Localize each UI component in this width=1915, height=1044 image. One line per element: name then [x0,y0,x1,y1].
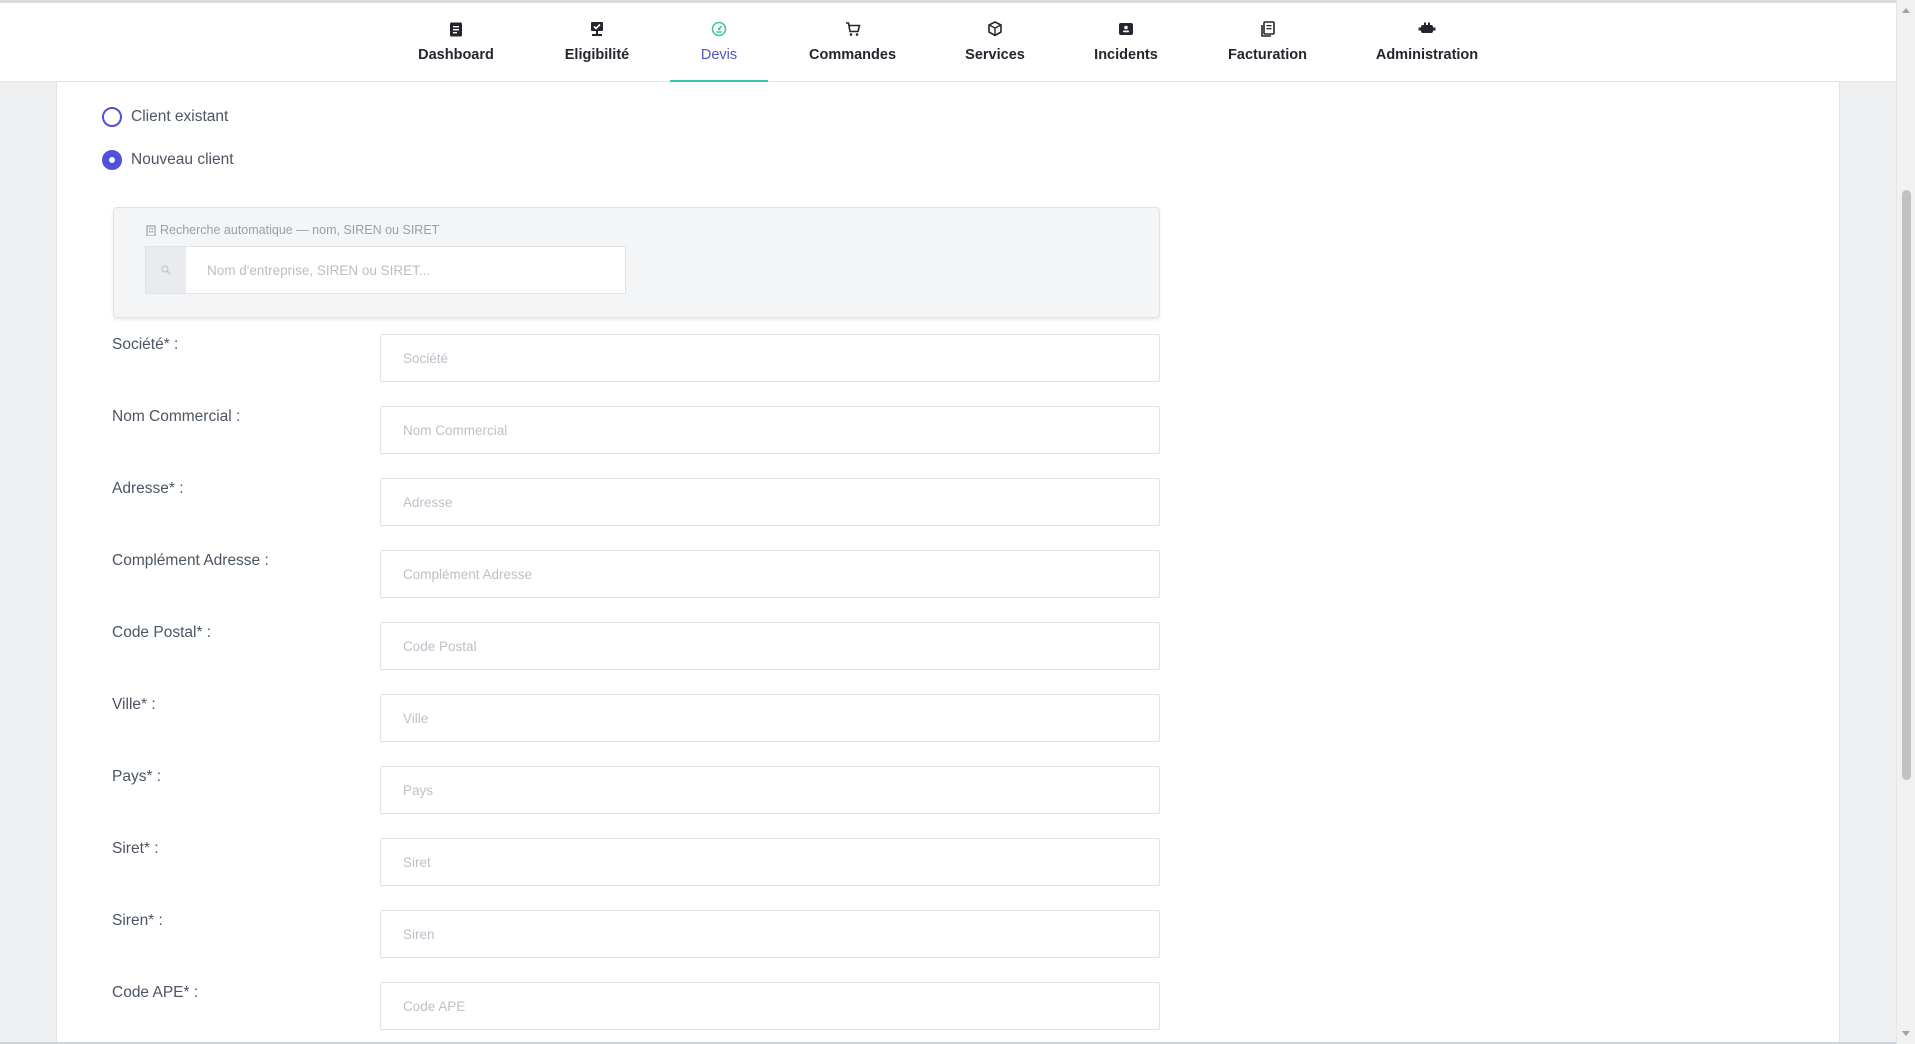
radio-label: Nouveau client [131,151,234,168]
siren-input[interactable] [380,910,1160,958]
nav-administration[interactable]: Administration [1375,3,1479,82]
radio-nouveau-client[interactable]: Nouveau client [102,150,234,170]
code-postal-input[interactable] [380,622,1160,670]
radio-button[interactable] [102,107,122,127]
company-search-panel: Recherche automatique — nom, SIREN ou SI… [113,207,1160,318]
label-pays: Pays* : [112,768,162,785]
code-ape-input[interactable] [380,982,1160,1030]
radio-label: Client existant [131,108,229,125]
dashboard-icon [446,19,466,39]
radio-client-existant[interactable]: Client existant [102,107,228,127]
scroll-thumb[interactable] [1902,190,1911,780]
nav-devis[interactable]: Devis [670,3,768,82]
societe-input[interactable] [380,334,1160,382]
main-nav: Dashboard Eligibilité Devis Commandes Se… [0,3,1896,82]
label-siren: Siren* : [112,912,163,929]
vertical-scrollbar[interactable] [1896,0,1915,1044]
nav-label: Facturation [1228,47,1307,63]
label-nom-commercial: Nom Commercial : [112,408,241,425]
scroll-down-arrow-icon[interactable] [1902,1031,1910,1036]
label-societe: Société* : [112,336,179,353]
nav-commandes[interactable]: Commandes [808,3,897,82]
search-panel-title-text: Recherche automatique — nom, SIREN ou SI… [160,223,440,237]
cart-icon [843,19,863,39]
nav-label: Devis [700,47,738,63]
gears-icon [1417,19,1437,39]
label-complement-adresse: Complément Adresse : [112,552,269,569]
label-ville: Ville* : [112,696,156,713]
label-adresse: Adresse* : [112,480,184,497]
nav-label: Incidents [1094,47,1158,63]
label-siret: Siret* : [112,840,159,857]
scroll-up-arrow-icon[interactable] [1902,8,1910,13]
nav-dashboard[interactable]: Dashboard [418,3,494,82]
nav-facturation[interactable]: Facturation [1228,3,1307,82]
box-icon [985,19,1005,39]
nav-label: Administration [1375,47,1479,63]
complement-adresse-input[interactable] [380,550,1160,598]
invoice-icon [1258,19,1278,39]
eligibility-icon [587,19,607,39]
devis-gauge-icon [709,19,729,39]
company-search-input[interactable] [186,247,625,293]
nom-commercial-input[interactable] [380,406,1160,454]
nav-incidents[interactable]: Incidents [1094,3,1158,82]
nav-label: Eligibilité [564,47,630,63]
label-code-ape: Code APE* : [112,984,199,1001]
building-icon [146,224,156,236]
nav-eligibilite[interactable]: Eligibilité [563,3,631,82]
nav-services[interactable]: Services [965,3,1025,82]
ticket-icon [1116,19,1136,39]
nav-label: Services [965,47,1025,63]
top-navbar: Dashboard Eligibilité Devis Commandes Se… [0,0,1896,82]
search-icon [146,247,186,293]
ville-input[interactable] [380,694,1160,742]
label-code-postal: Code Postal* : [112,624,212,641]
nav-label: Dashboard [418,47,494,63]
pays-input[interactable] [380,766,1160,814]
radio-button[interactable] [102,150,122,170]
nav-label: Commandes [808,47,897,63]
siret-input[interactable] [380,838,1160,886]
search-input-group [145,246,626,294]
adresse-input[interactable] [380,478,1160,526]
search-panel-title: Recherche automatique — nom, SIREN ou SI… [146,223,439,237]
